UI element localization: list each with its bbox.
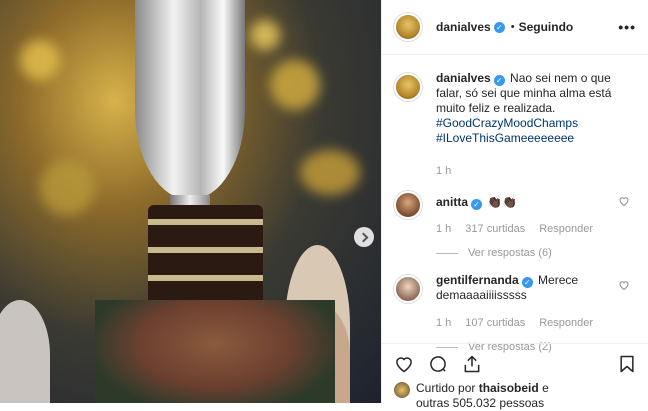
comment: anitta ✓ 👏🏿👏🏿 1 h 317 curtidas Responder … [394, 189, 636, 261]
liked-by: Curtido por thaisobeid e outras 505.032 … [394, 381, 637, 411]
photo-bokeh [300, 150, 360, 195]
bookmark-icon[interactable] [617, 354, 637, 374]
comment-likes-count[interactable]: 107 curtidas [465, 316, 525, 331]
liked-by-others[interactable]: outras 505.032 pessoas [416, 396, 544, 410]
photo-bokeh [40, 160, 95, 215]
view-replies-button[interactable]: Ver respostas (6) [436, 246, 636, 261]
photo-bokeh [250, 20, 280, 50]
liked-by-text: Curtido por thaisobeid e outras 505.032 … [416, 381, 549, 411]
reply-button[interactable]: Responder [539, 316, 593, 331]
verified-badge-icon: ✓ [521, 277, 533, 288]
liker-avatar[interactable] [394, 382, 410, 398]
post-header: danialves ✓ • Seguindo ••• [382, 0, 648, 55]
caption-time[interactable]: 1 h [436, 164, 451, 179]
commenter-avatar[interactable] [394, 275, 422, 303]
comment-meta: 1 h 107 curtidas Responder [436, 316, 636, 331]
heart-icon[interactable] [394, 354, 414, 374]
separator-dot: • [510, 21, 515, 33]
post-photo[interactable] [0, 0, 381, 403]
hashtag-link[interactable]: #ILoveThisGameeeeeeee [436, 131, 636, 146]
player [95, 300, 335, 403]
photo-fan [0, 300, 50, 403]
reply-button[interactable]: Responder [539, 222, 593, 237]
commenter-avatar[interactable] [394, 191, 422, 219]
verified-badge-icon: ✓ [493, 75, 505, 86]
photo-bokeh [270, 60, 320, 110]
verified-badge-icon: ✓ [471, 199, 483, 210]
heart-icon[interactable] [618, 195, 630, 207]
comment-icon[interactable] [428, 354, 448, 374]
author-avatar[interactable] [394, 73, 422, 101]
comment-text: 👏🏿👏🏿 [487, 195, 518, 209]
comment-likes-count[interactable]: 317 curtidas [465, 222, 525, 237]
chevron-right-icon[interactable] [354, 227, 374, 247]
caption: danialves ✓ Nao sei nem o que falar, só s… [394, 71, 636, 179]
comments-list: danialves ✓ Nao sei nem o que falar, só s… [382, 55, 648, 355]
verified-badge-icon: ✓ [493, 21, 505, 33]
instagram-post: danialves ✓ • Seguindo ••• danialves ✓ Na… [0, 0, 648, 410]
action-bar [394, 352, 637, 376]
post-actions: Curtido por thaisobeid e outras 505.032 … [382, 343, 648, 410]
share-icon[interactable] [462, 354, 482, 374]
author-avatar[interactable] [394, 13, 422, 41]
comment-time[interactable]: 1 h [436, 222, 451, 237]
post-sidebar: danialves ✓ • Seguindo ••• danialves ✓ Na… [381, 0, 648, 410]
caption-username[interactable]: danialves [436, 71, 491, 85]
view-replies-label: Ver respostas (6) [468, 247, 552, 259]
author-username[interactable]: danialves [436, 20, 491, 34]
heart-icon[interactable] [618, 279, 630, 291]
trophy-cup [135, 0, 245, 200]
photo-bokeh [20, 40, 60, 80]
liker-username[interactable]: thaisobeid [479, 381, 539, 395]
commenter-username[interactable]: gentilfernanda [436, 273, 519, 287]
hashtag-link[interactable]: #GoodCrazyMoodChamps [436, 116, 636, 131]
comment-meta: 1 h 317 curtidas Responder [436, 222, 636, 237]
more-options-icon[interactable]: ••• [618, 19, 636, 35]
caption-meta: 1 h [436, 164, 636, 179]
commenter-username[interactable]: anitta [436, 195, 468, 209]
follow-status-button[interactable]: Seguindo [519, 20, 574, 34]
comment-time[interactable]: 1 h [436, 316, 451, 331]
liked-by-prefix: Curtido por [416, 381, 476, 395]
liked-by-suffix: e [542, 381, 549, 395]
